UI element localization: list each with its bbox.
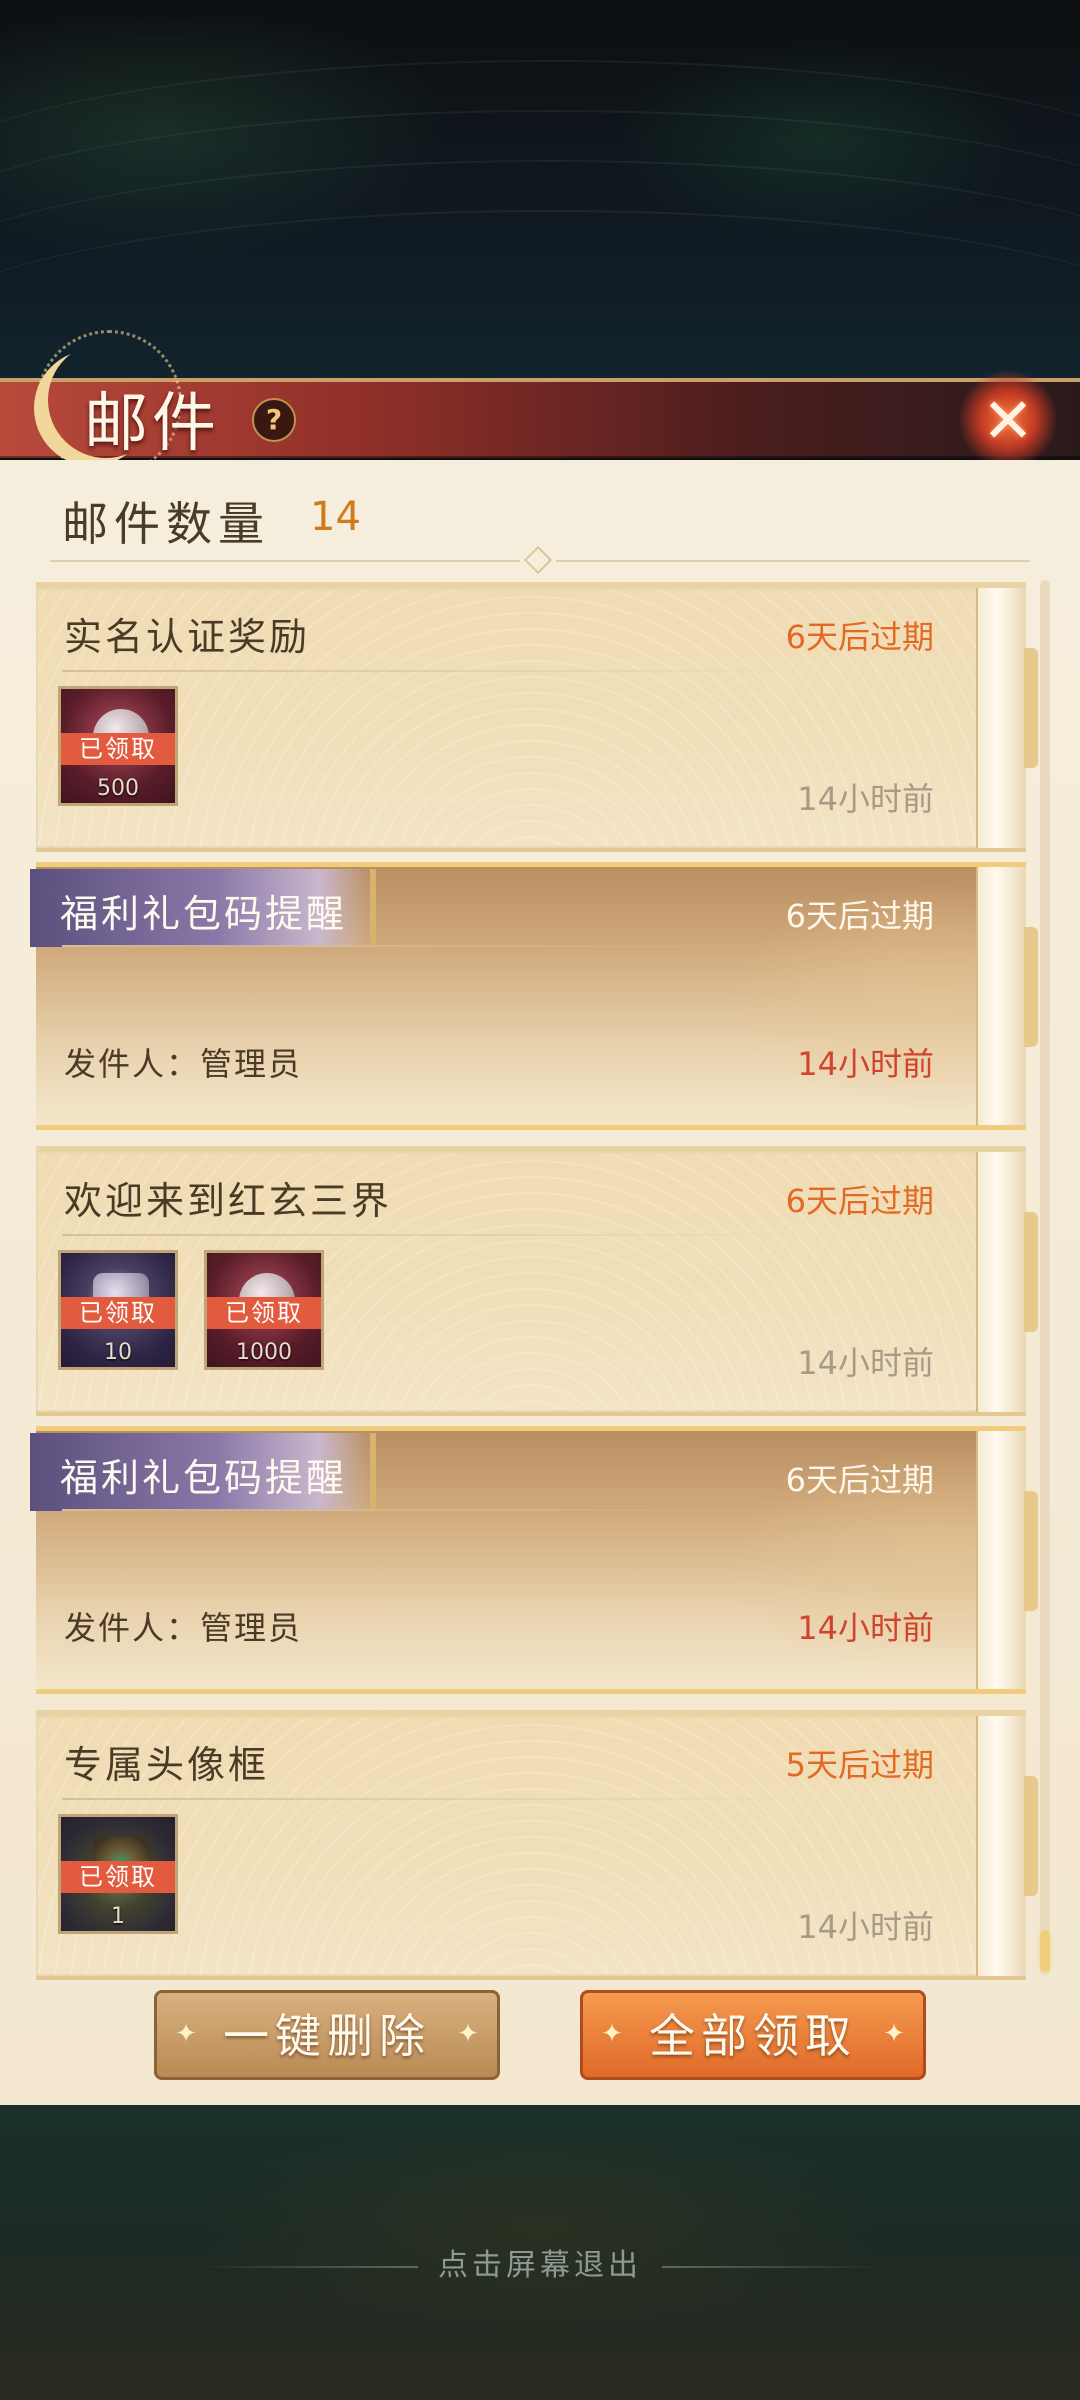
reward-item[interactable]: 已领取 10	[58, 1250, 178, 1370]
mail-subject-underline	[62, 670, 802, 672]
delete-all-label: 一键删除	[223, 2009, 431, 2063]
reward-item[interactable]: 已领取 1000	[204, 1250, 324, 1370]
mail-time: 14小时前	[797, 780, 934, 818]
close-button[interactable]: ✕	[960, 370, 1056, 460]
mail-edge-decoration	[976, 1431, 1038, 1689]
mail-edge-decoration	[976, 1152, 1038, 1412]
mail-count-label: 邮件数量	[62, 497, 270, 551]
sparkle-icon: ✦	[601, 2019, 623, 2049]
mail-subject: 欢迎来到红玄三界	[64, 1179, 393, 1223]
mail-item[interactable]: 福利礼包码提醒 6天后过期 发件人：管理员 14小时前	[30, 862, 1038, 1130]
reward-quantity: 1000	[236, 1340, 292, 1365]
mail-subject: 福利礼包码提醒	[60, 1456, 348, 1500]
mail-edge-decoration	[976, 1716, 1038, 1976]
mail-sender: 发件人：管理员	[64, 1045, 303, 1083]
reward-item[interactable]: 已领取 500	[58, 686, 178, 806]
sparkle-icon: ✦	[175, 2019, 197, 2049]
mail-item[interactable]: 欢迎来到红玄三界 6天后过期 已领取 10 已领取 1000 14小时前	[36, 1146, 1038, 1416]
top-background	[0, 0, 1080, 400]
mail-edge-tab	[1024, 927, 1038, 1047]
mail-edge-tab	[1024, 1212, 1038, 1332]
mail-edge-decoration	[976, 588, 1038, 848]
mail-count-value: 14	[310, 494, 361, 540]
mail-subject: 专属头像框	[64, 1743, 270, 1787]
exit-hint-text: 点击屏幕退出	[438, 2248, 642, 2283]
exit-hint[interactable]: 点击屏幕退出	[0, 2240, 1080, 2284]
mail-time: 14小时前	[797, 1344, 934, 1382]
mail-edge-tab	[1024, 1491, 1038, 1611]
scrollbar-track[interactable]	[1040, 580, 1050, 1975]
claim-all-button[interactable]: ✦ 全部领取 ✦	[580, 1990, 926, 2080]
mail-expire: 5天后过期	[785, 1746, 934, 1784]
mail-expire: 6天后过期	[785, 897, 934, 935]
mail-time: 14小时前	[797, 1908, 934, 1946]
mail-subject-underline	[62, 1234, 802, 1236]
mail-subject-tag: 福利礼包码提醒	[30, 1433, 376, 1511]
mail-time: 14小时前	[797, 1045, 934, 1083]
mail-subject-underline	[62, 1509, 802, 1511]
exit-hint-line-left	[198, 2265, 418, 2268]
claim-all-label: 全部领取	[649, 2009, 857, 2063]
mail-subject-underline	[62, 1798, 802, 1800]
scrollbar-thumb[interactable]	[1040, 1930, 1050, 1972]
reward-quantity: 1	[111, 1904, 125, 1929]
delete-all-button[interactable]: ✦ 一键删除 ✦	[154, 1990, 500, 2080]
exit-hint-line-right	[662, 2265, 882, 2268]
mail-expire: 6天后过期	[785, 1461, 934, 1499]
mail-sender: 发件人：管理员	[64, 1609, 303, 1647]
reward-quantity: 500	[97, 776, 139, 801]
mail-edge-decoration	[976, 867, 1038, 1125]
mail-item[interactable]: 专属头像框 5天后过期 已领取 1 14小时前	[36, 1710, 1038, 1980]
divider-right	[556, 560, 1030, 562]
reward-item[interactable]: 已领取 1	[58, 1814, 178, 1934]
mail-subject-underline	[62, 945, 802, 947]
reward-quantity: 10	[104, 1340, 132, 1365]
claimed-badge: 已领取	[207, 1297, 321, 1329]
mail-subject-tag: 福利礼包码提醒	[30, 869, 376, 947]
mail-expire: 6天后过期	[785, 618, 934, 656]
mail-item[interactable]: 福利礼包码提醒 6天后过期 发件人：管理员 14小时前	[30, 1426, 1038, 1694]
mail-expire: 6天后过期	[785, 1182, 934, 1220]
claimed-badge: 已领取	[61, 1861, 175, 1893]
close-icon: ✕	[982, 384, 1034, 457]
page-title: 邮件	[84, 387, 220, 461]
mail-time: 14小时前	[797, 1609, 934, 1647]
mail-item[interactable]: 实名认证奖励 6天后过期 已领取 500 14小时前	[36, 582, 1038, 852]
sparkle-icon: ✦	[883, 2019, 905, 2049]
mail-subject: 实名认证奖励	[64, 615, 311, 659]
claimed-badge: 已领取	[61, 1297, 175, 1329]
help-icon: ?	[265, 403, 283, 436]
mail-edge-tab	[1024, 648, 1038, 768]
mail-edge-tab	[1024, 1776, 1038, 1896]
mail-subject: 福利礼包码提醒	[60, 892, 348, 936]
claimed-badge: 已领取	[61, 733, 175, 765]
divider-left	[50, 560, 520, 562]
sparkle-icon: ✦	[457, 2019, 479, 2049]
help-button[interactable]: ?	[252, 398, 296, 442]
